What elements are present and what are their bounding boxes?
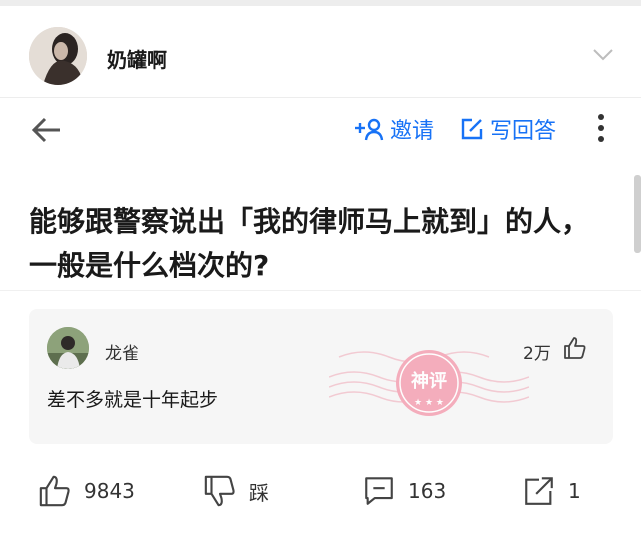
arrow-left-icon[interactable] [30, 116, 62, 144]
svg-text:神评: 神评 [411, 370, 447, 392]
downvote-label: 踩 [249, 480, 269, 505]
author-avatar[interactable] [29, 27, 87, 85]
author-name[interactable]: 奶罐啊 [107, 44, 167, 73]
upvote-count: 9843 [84, 479, 135, 503]
share-icon [525, 477, 553, 505]
divider [0, 290, 641, 291]
chevron-down-icon[interactable] [592, 48, 614, 62]
author-bar[interactable]: 奶罐啊 [0, 6, 641, 98]
commenter-avatar[interactable] [47, 327, 89, 369]
commenter-name[interactable]: 龙雀 [105, 339, 139, 364]
invite-label: 邀请 [390, 119, 435, 144]
question-title[interactable]: 能够跟警察说出「我的律师马上就到」的人，一般是什么档次的? [29, 200, 609, 288]
write-answer-label: 写回答 [490, 119, 557, 144]
hot-comment-stamp: 神评 ★ ★ ★ [329, 350, 529, 416]
nav-bar: 邀请 写回答 [0, 98, 641, 164]
downvote-button[interactable]: 踩 [203, 474, 269, 508]
scrollbar-thumb[interactable] [634, 175, 641, 253]
upvote-button[interactable]: 9843 [38, 474, 135, 508]
comment-text: 差不多就是十年起步 [47, 389, 219, 411]
share-button[interactable]: 1 [522, 474, 581, 508]
thumbs-up-icon[interactable] [563, 336, 587, 360]
comment-count: 163 [408, 479, 447, 503]
share-count: 1 [568, 479, 581, 503]
featured-comment-card[interactable]: 神评 ★ ★ ★ 龙雀 2万 差不多就是十年起步 [29, 309, 613, 444]
thumbs-down-icon [204, 475, 235, 507]
thumbs-up-icon [39, 475, 70, 507]
action-bar: 9843 踩 163 1 [0, 460, 641, 530]
comment-button[interactable]: 163 [362, 474, 446, 508]
more-vertical-icon[interactable] [598, 114, 606, 147]
comment-like-count: 2万 [523, 344, 551, 364]
add-user-icon [355, 118, 384, 141]
comment-icon [365, 477, 393, 505]
svg-text:★ ★ ★: ★ ★ ★ [414, 398, 444, 408]
invite-button[interactable]: 邀请 [354, 114, 434, 144]
edit-icon [461, 118, 483, 140]
write-answer-button[interactable]: 写回答 [460, 114, 556, 144]
